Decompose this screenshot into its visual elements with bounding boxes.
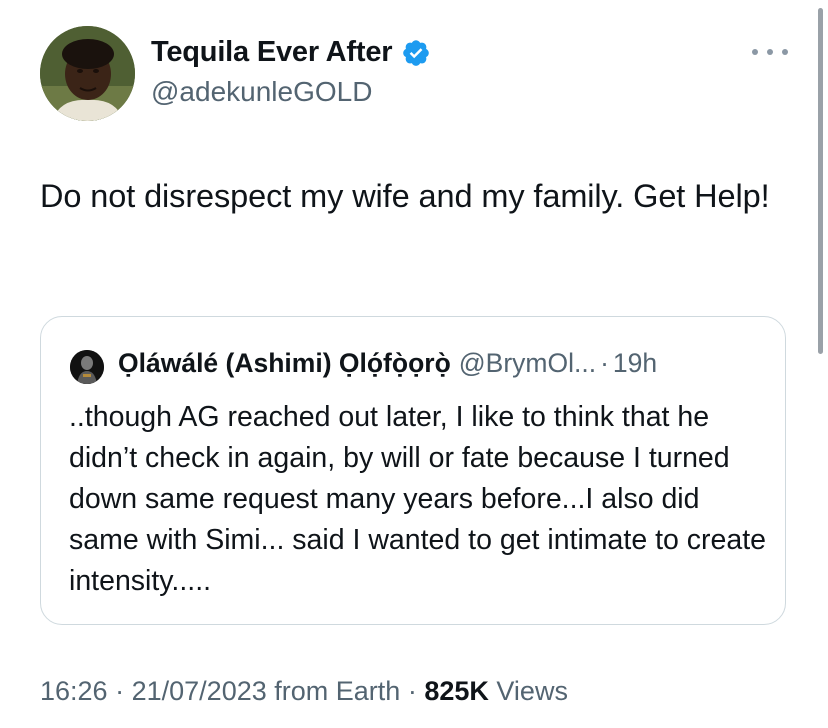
quoted-author-name[interactable]: Ọláwálé (Ashimi) Ọlọ́fọ̀ọrọ̀ (118, 348, 451, 379)
views-count[interactable]: 825K (424, 676, 489, 706)
quoted-author-handle[interactable]: @BrymOl... (459, 348, 596, 379)
author-display-name-text: Tequila Ever After (151, 36, 393, 68)
tweet-meta: 16:26 · 21/07/2023 from Earth · 825K Vie… (40, 676, 568, 707)
verified-badge-icon[interactable] (401, 38, 431, 68)
views-label: Views (496, 676, 568, 706)
author-display-name[interactable]: Tequila Ever After (151, 36, 431, 69)
quoted-tweet-text: ..though AG reached out later, I like to… (69, 401, 766, 597)
quoted-author-avatar-image (70, 350, 104, 384)
author-avatar[interactable] (40, 26, 135, 121)
quoted-tweet-header: Ọláwálé (Ashimi) Ọlọ́fọ̀ọrọ̀ @BrymOl... … (118, 348, 657, 379)
more-horizontal-icon[interactable] (752, 40, 788, 64)
meta-separator: · (407, 676, 417, 706)
more-dot (752, 49, 758, 55)
more-dot (767, 49, 773, 55)
tweet-time[interactable]: 16:26 (40, 676, 108, 706)
author-handle[interactable]: @adekunleGOLD (151, 76, 372, 108)
tweet-source: from Earth (274, 676, 401, 706)
quoted-author-avatar[interactable] (70, 350, 104, 384)
more-dot (782, 49, 788, 55)
author-avatar-image (40, 26, 135, 121)
scrollbar[interactable] (818, 8, 823, 354)
tweet-date[interactable]: 21/07/2023 (132, 676, 267, 706)
quoted-tweet-card[interactable]: Ọláwálé (Ashimi) Ọlọ́fọ̀ọrọ̀ @BrymOl... … (40, 316, 786, 625)
quoted-tweet-time[interactable]: 19h (613, 348, 657, 379)
meta-separator: · (115, 676, 125, 706)
header-separator: · (600, 348, 609, 378)
tweet-text: Do not disrespect my wife and my family.… (40, 178, 770, 214)
